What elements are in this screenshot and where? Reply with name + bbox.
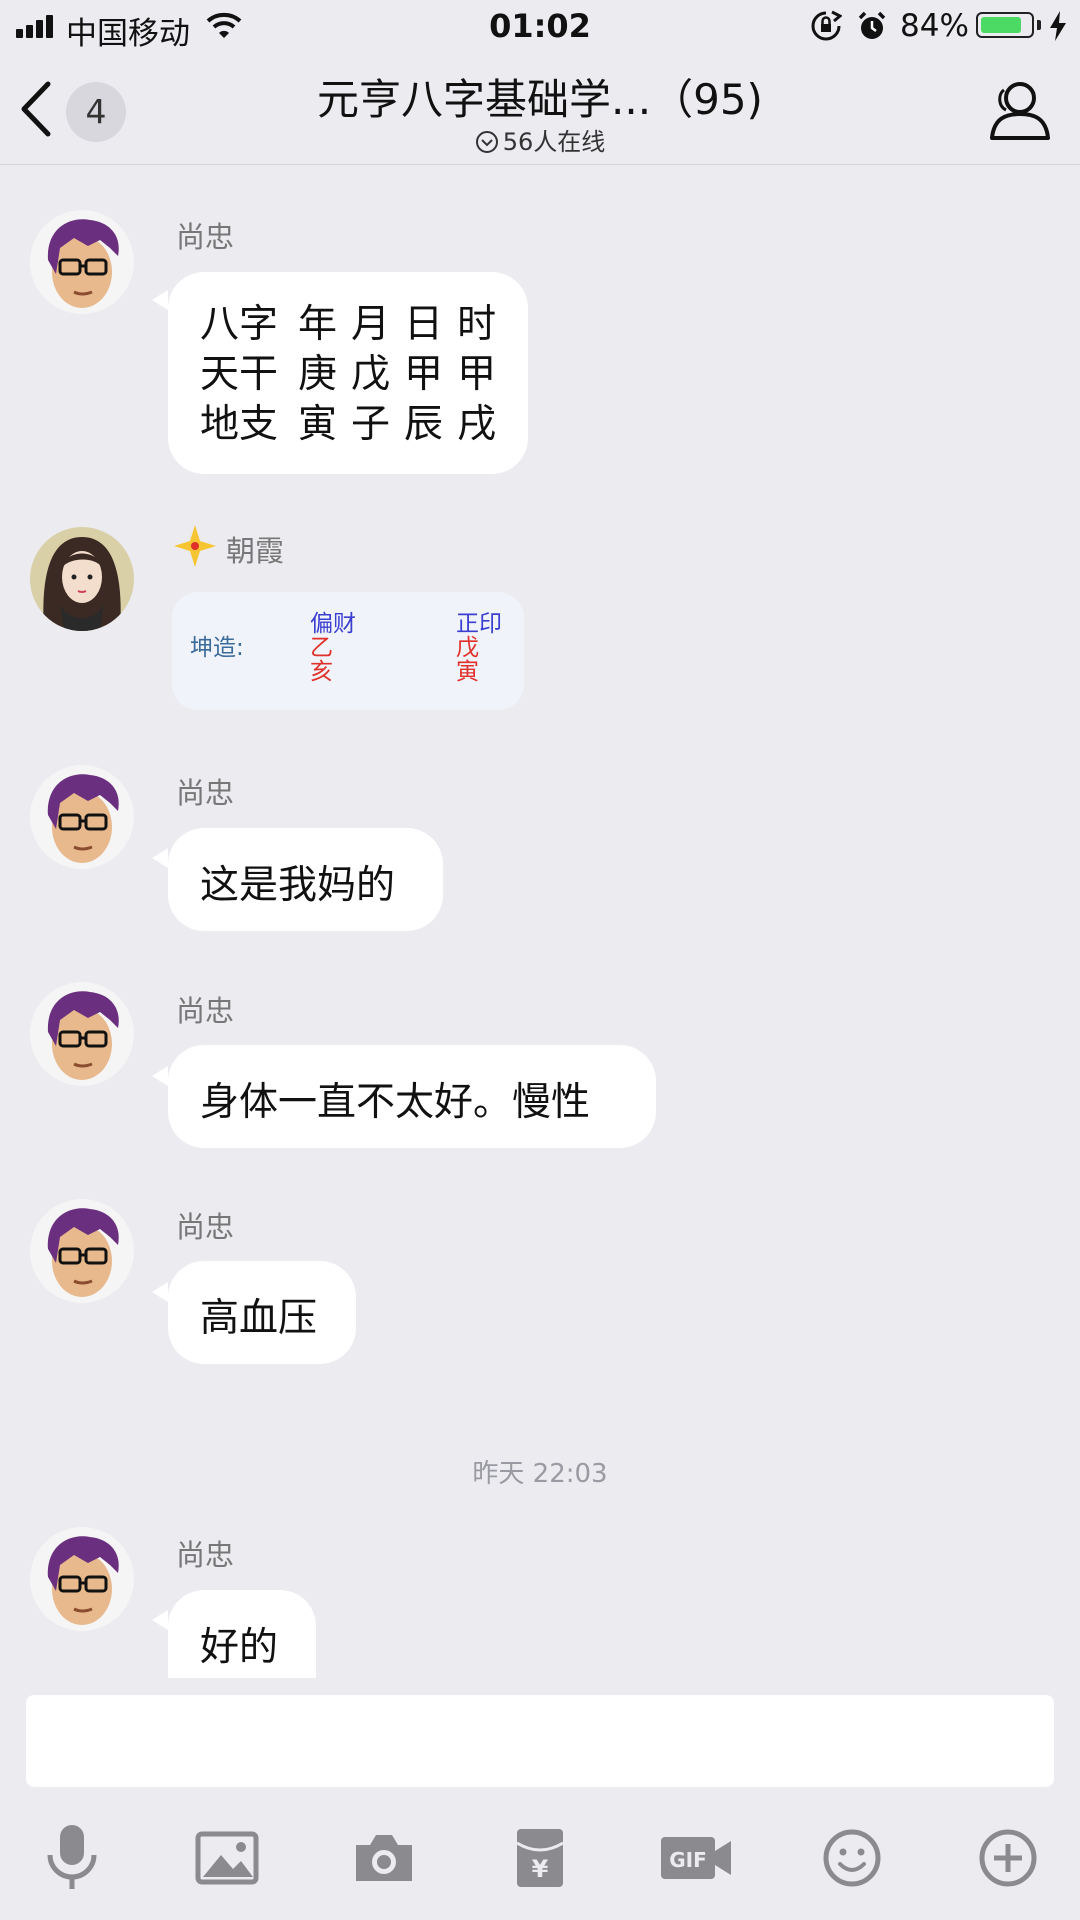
- battery-cap: [1037, 20, 1041, 30]
- online-count: 56人在线: [502, 128, 606, 156]
- member-star-icon: [174, 525, 216, 567]
- bubble-tail: [152, 290, 168, 310]
- chevron-down-circle-icon: [475, 131, 498, 153]
- battery-fill: [981, 17, 1021, 33]
- message-input[interactable]: [26, 1695, 1054, 1787]
- man-avatar-icon: [30, 765, 134, 869]
- message-bubble[interactable]: 好的: [168, 1590, 316, 1678]
- sender-name: 尚忠: [176, 776, 235, 810]
- table-cell: 甲: [457, 352, 497, 397]
- sender-name: 尚忠: [176, 1538, 235, 1572]
- nav-bar: 4 元亨八字基础学...（95) 56人在线: [0, 52, 1080, 165]
- woman-avatar-icon: [30, 527, 134, 631]
- charging-icon: [1050, 11, 1066, 41]
- group-members-icon[interactable]: [984, 78, 1054, 144]
- time-separator: 昨天 22:03: [472, 1459, 608, 1489]
- message-text: 这是我妈的: [200, 863, 396, 908]
- table-row: 天干 庚 戊 甲 甲: [200, 350, 510, 400]
- table-cell: 辰: [404, 402, 444, 447]
- message-bubble[interactable]: 身体一直不太好。慢性: [168, 1045, 656, 1148]
- table-cell: 地支: [200, 402, 279, 447]
- man-avatar-icon: [30, 982, 134, 1086]
- sender-name: 朝霞: [226, 534, 285, 568]
- table-cell: 甲: [404, 352, 444, 397]
- avatar[interactable]: [30, 765, 134, 869]
- battery-icon: [976, 12, 1034, 38]
- message-text: 好的: [200, 1625, 279, 1670]
- man-avatar-icon: [30, 1527, 134, 1631]
- image-icon[interactable]: [189, 1820, 265, 1896]
- avatar[interactable]: [30, 1199, 134, 1303]
- sender-name: 尚忠: [176, 1210, 235, 1244]
- chat-title[interactable]: 元亨八字基础学...（95): [0, 66, 1080, 127]
- table-cell: 戊: [351, 352, 391, 397]
- bubble-tail: [152, 1610, 168, 1630]
- table-cell: 子: [351, 402, 391, 447]
- message-bubble[interactable]: 八字 年 月 日 时 天干 庚 戊 甲 甲 地支 寅 子 辰 戌: [168, 272, 528, 474]
- table-cell: 月: [351, 302, 391, 347]
- plus-icon[interactable]: [970, 1820, 1046, 1896]
- sender-name: 尚忠: [176, 220, 235, 254]
- image-text: 亥: [310, 659, 333, 685]
- avatar[interactable]: [30, 527, 134, 631]
- emoji-icon[interactable]: [814, 1820, 890, 1896]
- camera-icon[interactable]: [346, 1820, 422, 1896]
- message-bubble[interactable]: 这是我妈的: [168, 828, 443, 931]
- mic-icon[interactable]: [34, 1820, 110, 1896]
- table-cell: 时: [457, 302, 497, 347]
- table-cell: 日: [404, 302, 444, 347]
- table-row: 地支 寅 子 辰 戌: [200, 400, 510, 450]
- red-packet-icon[interactable]: ¥: [502, 1820, 578, 1896]
- bubble-tail: [152, 848, 168, 868]
- svg-text:GIF: GIF: [669, 1848, 707, 1872]
- avatar[interactable]: [30, 1527, 134, 1631]
- svg-text:¥: ¥: [532, 1855, 549, 1883]
- image-label: 坤造:: [190, 635, 244, 661]
- rotation-lock-icon: [811, 10, 842, 41]
- table-cell: 戌: [457, 402, 497, 447]
- alarm-icon: [858, 11, 886, 39]
- bubble-tail: [152, 1282, 168, 1302]
- message-text: 身体一直不太好。慢性: [200, 1080, 591, 1125]
- online-status[interactable]: 56人在线: [0, 122, 1080, 157]
- message-text: 高血压: [200, 1296, 318, 1341]
- sender-name: 尚忠: [176, 994, 235, 1028]
- image-message[interactable]: 坤造: 偏财 乙 亥 正印 戊 寅: [172, 592, 524, 710]
- table-row: 八字 年 月 日 时: [200, 300, 510, 350]
- man-avatar-icon: [30, 1199, 134, 1303]
- table-cell: 寅: [298, 402, 338, 447]
- man-avatar-icon: [30, 210, 134, 314]
- input-toolbar: ¥ GIF: [0, 1790, 1080, 1920]
- table-cell: 八字: [200, 302, 279, 347]
- status-bar: 中国移动 01:02 84%: [0, 0, 1080, 52]
- table-cell: 天干: [200, 352, 279, 397]
- table-cell: 庚: [298, 352, 338, 397]
- gif-icon[interactable]: GIF: [658, 1820, 734, 1896]
- message-bubble[interactable]: 高血压: [168, 1261, 356, 1364]
- table-cell: 年: [298, 302, 338, 347]
- avatar[interactable]: [30, 210, 134, 314]
- battery-percent: 84%: [900, 8, 969, 44]
- avatar[interactable]: [30, 982, 134, 1086]
- image-text: 寅: [456, 659, 479, 685]
- bazi-table: 八字 年 月 日 时 天干 庚 戊 甲 甲 地支 寅 子 辰 戌: [200, 300, 510, 450]
- bubble-tail: [152, 1066, 168, 1086]
